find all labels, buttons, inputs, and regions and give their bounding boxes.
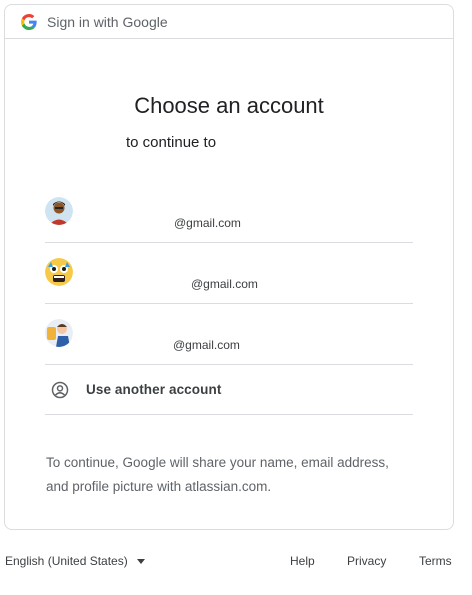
account-item[interactable]: @gmail.com [45, 182, 413, 243]
footer: English (United States) Help Privacy Ter… [0, 552, 472, 572]
google-g-icon [21, 13, 37, 30]
card-header: Sign in with Google [5, 5, 453, 39]
account-item[interactable]: @gmail.com [45, 304, 413, 365]
help-link[interactable]: Help [290, 554, 315, 568]
account-circle-icon [51, 381, 69, 398]
language-selector[interactable]: English (United States) [5, 554, 145, 568]
account-email: @gmail.com [173, 216, 241, 230]
disclaimer-text: To continue, Google will share your name… [46, 455, 389, 494]
account-email: @gmail.com [173, 338, 240, 352]
account-item[interactable]: @gmail.com [45, 243, 413, 304]
terms-link[interactable]: Terms [419, 554, 452, 568]
page-subtitle: to continue to [126, 134, 217, 151]
language-label: English (United States) [5, 554, 128, 568]
avatar [45, 197, 73, 225]
account-list: @gmail.com @gmail.com @gmail.com Use ano… [45, 182, 413, 415]
use-another-account-label: Use another account [86, 382, 222, 397]
avatar [45, 258, 73, 286]
sign-in-card: Sign in with Google Choose an account to… [4, 4, 454, 530]
use-another-account-button[interactable]: Use another account [45, 365, 413, 415]
account-email: @gmail.com [191, 277, 258, 291]
avatar [45, 319, 73, 347]
header-title: Sign in with Google [47, 13, 168, 30]
caret-down-icon [136, 558, 145, 564]
privacy-link[interactable]: Privacy [347, 554, 386, 568]
page-title: Choose an account [134, 93, 324, 118]
